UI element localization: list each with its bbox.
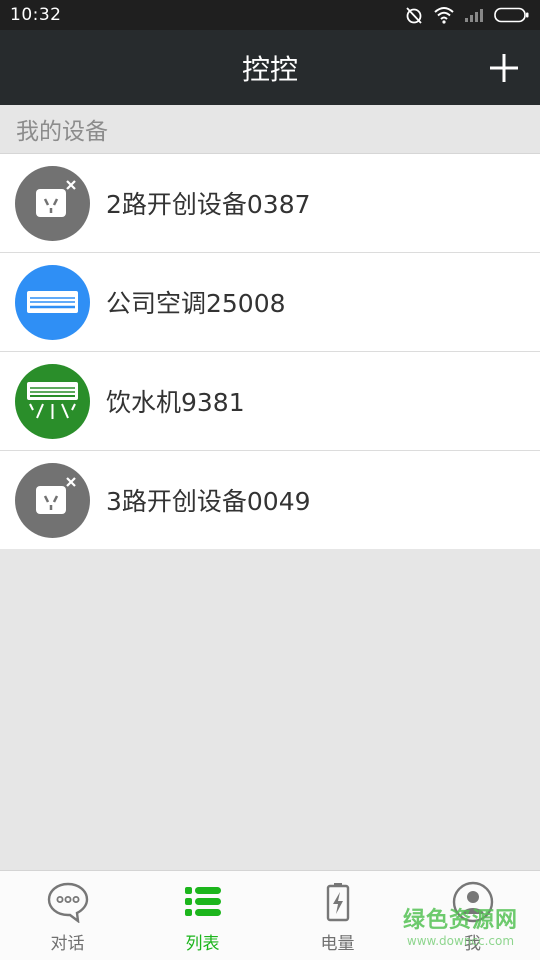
tab-label: 列表 xyxy=(185,934,220,954)
device-name: 3路开创设备0049 xyxy=(106,487,311,516)
chat-bubble-icon xyxy=(47,882,88,923)
battery-status-icon xyxy=(494,7,530,23)
watermark-url: www.downcc.com xyxy=(406,934,515,948)
tab-power[interactable]: 电量 xyxy=(270,871,405,960)
socket-offline-icon xyxy=(15,462,90,538)
add-device-button[interactable] xyxy=(488,52,520,84)
section-header: 我的设备 xyxy=(0,105,540,153)
battery-icon xyxy=(326,883,349,922)
watermark: 绿色资源网 www.downcc.com xyxy=(403,902,518,948)
page-title: 控控 xyxy=(241,52,298,86)
device-item[interactable]: 2路开创设备0387 xyxy=(0,153,540,252)
wifi-icon xyxy=(434,6,454,24)
device-list: 2路开创设备0387 公司空调25008 饮水机9381 3路开创设备0049 xyxy=(0,153,540,549)
plus-icon xyxy=(490,54,518,82)
title-bar: 控控 xyxy=(0,30,540,105)
tab-label: 对话 xyxy=(50,934,85,954)
device-name: 2路开创设备0387 xyxy=(106,190,311,219)
device-item[interactable]: 3路开创设备0049 xyxy=(0,450,540,549)
tab-chat[interactable]: 对话 xyxy=(0,871,135,960)
tab-label: 电量 xyxy=(320,934,355,954)
status-time: 10:32 xyxy=(10,5,62,25)
status-icons xyxy=(404,5,530,25)
device-item[interactable]: 饮水机9381 xyxy=(0,351,540,450)
list-icon xyxy=(184,887,221,916)
device-item[interactable]: 公司空调25008 xyxy=(0,252,540,351)
device-name: 饮水机9381 xyxy=(106,388,245,417)
alarm-off-icon xyxy=(404,5,424,25)
air-conditioner-cool-icon xyxy=(15,363,90,439)
status-bar: 10:32 xyxy=(0,0,540,30)
device-name: 公司空调25008 xyxy=(106,289,286,318)
signal-icon xyxy=(464,7,484,23)
watermark-text: 绿色资源网 xyxy=(402,908,518,933)
socket-offline-icon xyxy=(15,165,90,241)
air-conditioner-icon xyxy=(15,264,90,340)
tab-list[interactable]: 列表 xyxy=(135,871,270,960)
